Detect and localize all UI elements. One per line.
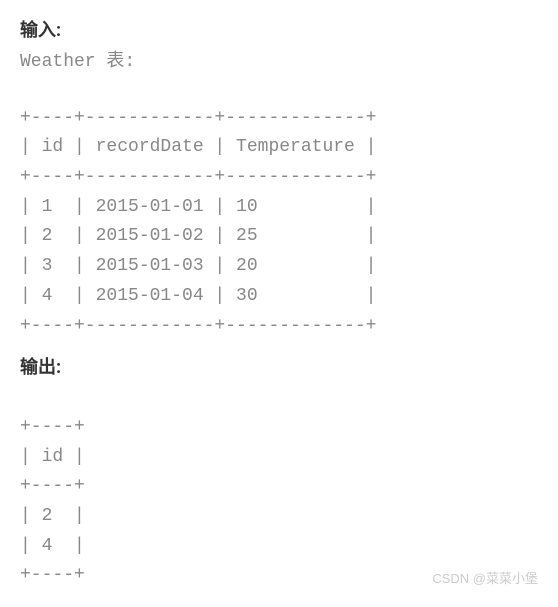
table-border: +----+: [20, 565, 85, 585]
table-header-row: | id | recordDate | Temperature |: [20, 137, 376, 157]
watermark: CSDN @菜菜小堡: [432, 568, 538, 587]
output-table: +----+ | id | +----+ | 2 | | 4 | +----+: [20, 383, 538, 591]
table-border: +----+------------+-------------+: [20, 108, 376, 128]
table-row: | 4 | 2015-01-04 | 30 |: [20, 286, 376, 306]
table-row: | 2 | 2015-01-02 | 25 |: [20, 226, 376, 246]
table-border: +----+------------+-------------+: [20, 167, 376, 187]
output-heading: 输出:: [20, 353, 538, 379]
table-header-row: | id |: [20, 447, 85, 467]
weather-table-label: Weather 表:: [20, 46, 538, 72]
table-row: | 2 |: [20, 506, 85, 526]
weather-table: +----+------------+-------------+ | id |…: [20, 74, 538, 341]
table-row: | 3 | 2015-01-03 | 20 |: [20, 256, 376, 276]
table-border: +----+------------+-------------+: [20, 316, 376, 336]
table-row: | 4 |: [20, 536, 85, 556]
table-row: | 1 | 2015-01-01 | 10 |: [20, 197, 376, 217]
table-border: +----+: [20, 417, 85, 437]
table-border: +----+: [20, 476, 85, 496]
input-heading: 输入:: [20, 16, 538, 42]
